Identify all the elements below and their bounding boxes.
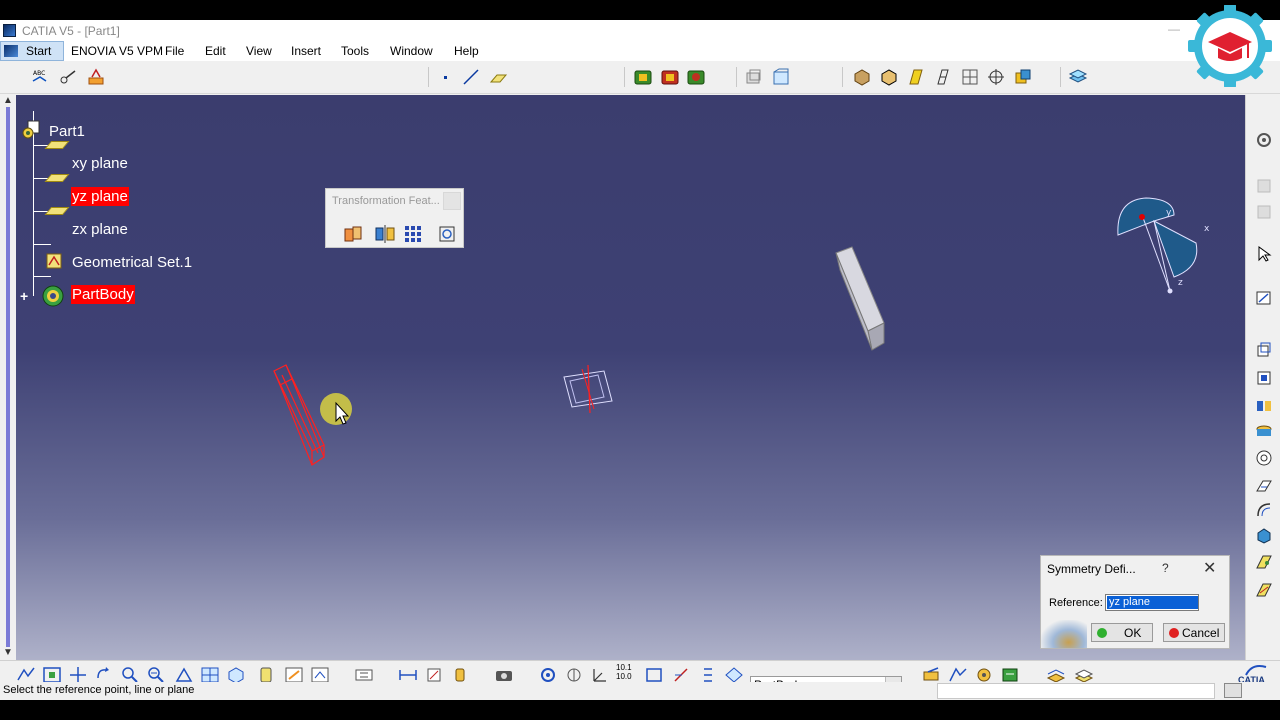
rectangular-pattern-icon[interactable] — [402, 223, 424, 245]
menu-tools[interactable]: Tools — [341, 44, 369, 58]
help-icon[interactable]: ? — [1162, 561, 1169, 575]
line-icon[interactable] — [461, 67, 481, 87]
boolean-remove-icon[interactable] — [660, 67, 680, 87]
disabled-tool-icon[interactable] — [1255, 203, 1273, 221]
rib-icon[interactable] — [1255, 449, 1273, 467]
positioned-sketch-icon[interactable] — [86, 67, 106, 87]
ok-icon — [1097, 628, 1107, 638]
command-input[interactable] — [937, 683, 1215, 699]
window-title: CATIA V5 - [Part1] — [22, 24, 120, 38]
pad-icon[interactable] — [1255, 341, 1273, 359]
toolbar-separator — [842, 67, 843, 87]
toolbar-separator — [428, 67, 429, 87]
toolbar-separator — [624, 67, 625, 87]
solid-pad[interactable] — [835, 246, 885, 351]
hole-icon[interactable] — [1255, 423, 1273, 441]
menu-file[interactable]: File — [165, 44, 184, 58]
shading-edges-icon[interactable] — [879, 67, 899, 87]
svg-text:ABC: ABC — [33, 70, 45, 77]
reference-field[interactable]: yz plane — [1105, 594, 1199, 611]
ok-label: OK — [1124, 626, 1142, 640]
symmetry-preview-wireframe — [273, 364, 325, 466]
close-icon[interactable]: ✕ — [1203, 558, 1216, 578]
disabled-tool-icon[interactable] — [1255, 177, 1273, 195]
menu-view[interactable]: View — [246, 44, 272, 58]
point-icon[interactable] — [436, 67, 456, 87]
compass-x-label: x — [1204, 224, 1210, 234]
gear-watermark-logo-icon — [1188, 5, 1272, 87]
start-menu-button[interactable]: Start — [0, 41, 64, 61]
left-scrollbar[interactable]: ▲ ▼ — [0, 95, 16, 660]
menu-edit[interactable]: Edit — [205, 44, 226, 58]
boolean-intersect-icon[interactable] — [686, 67, 706, 87]
ok-button[interactable]: OK — [1091, 623, 1153, 642]
grid-cube-icon[interactable] — [960, 67, 980, 87]
dialog-title: Symmetry Defi... — [1047, 562, 1136, 576]
toolbar-separator — [1060, 67, 1061, 87]
menu-bar: Start ENOVIA V5 VPM File Edit View Inser… — [0, 41, 1280, 61]
start-label: Start — [26, 44, 52, 58]
axis-target-icon[interactable] — [986, 67, 1006, 87]
origin-planes — [563, 364, 613, 414]
close-icon[interactable] — [443, 192, 461, 210]
transformation-features-toolbar[interactable]: Transformation Feat... — [325, 188, 464, 248]
dialog-decoration — [1041, 620, 1087, 648]
reference-label: Reference: — [1049, 597, 1103, 609]
sketch-tool-icon[interactable] — [58, 67, 78, 87]
menu-insert[interactable]: Insert — [291, 44, 321, 58]
sketch-icon[interactable] — [1255, 289, 1273, 307]
wireframe-icon[interactable] — [933, 67, 953, 87]
plane-icon[interactable] — [488, 67, 508, 87]
symmetry-definition-dialog[interactable]: Symmetry Defi... ? ✕ Reference: yz plane… — [1040, 555, 1230, 649]
scroll-track[interactable] — [6, 107, 10, 647]
scroll-up-icon[interactable]: ▲ — [3, 95, 13, 106]
right-toolbar — [1245, 95, 1280, 660]
menu-enovia[interactable]: ENOVIA V5 VPM — [71, 44, 163, 58]
mouse-cursor-icon — [320, 393, 352, 425]
chamfer-icon[interactable] — [1255, 501, 1273, 519]
compass[interactable]: x y z — [1117, 197, 1210, 294]
scaling-icon[interactable] — [436, 223, 458, 245]
shaft-icon[interactable] — [1255, 397, 1273, 415]
select-arrow-icon[interactable] — [1255, 245, 1273, 263]
catia-logo-icon — [4, 45, 18, 57]
shading-icon[interactable] — [852, 67, 872, 87]
reference-value: yz plane — [1107, 596, 1198, 609]
hide-show-icon[interactable] — [1013, 67, 1033, 87]
thickness-icon[interactable] — [1255, 581, 1273, 599]
status-message: Select the reference point, line or plan… — [3, 684, 195, 696]
top-toolbar: ABC — [0, 61, 1280, 94]
minimize-icon[interactable]: — — [1168, 22, 1180, 36]
compass-y-label: y — [1166, 208, 1172, 218]
pocket-icon[interactable] — [1255, 369, 1273, 387]
customize-view-icon[interactable] — [906, 67, 926, 87]
scale-readout: 10.1 10.0 — [616, 663, 632, 681]
gear-icon[interactable] — [1255, 131, 1273, 149]
sketcher-icon[interactable]: ABC — [30, 67, 50, 87]
translation-icon[interactable] — [342, 223, 364, 245]
menu-help[interactable]: Help — [454, 44, 479, 58]
menu-window[interactable]: Window — [390, 44, 433, 58]
draft-icon[interactable] — [1255, 527, 1273, 545]
cancel-icon — [1169, 628, 1179, 638]
status-bar: Select the reference point, line or plan… — [0, 682, 1280, 700]
title-bar: CATIA V5 - [Part1] — ❐ — [0, 20, 1280, 41]
fillet-icon[interactable] — [1255, 477, 1273, 495]
sketch-grid-icon[interactable] — [771, 67, 791, 87]
sketch-analysis-icon[interactable] — [744, 67, 764, 87]
cancel-label: Cancel — [1182, 626, 1220, 640]
catia-app-icon — [3, 24, 16, 37]
toolbar-separator — [736, 67, 737, 87]
power-input-icon[interactable] — [1224, 683, 1242, 698]
layers-icon[interactable] — [1068, 67, 1088, 87]
cancel-button[interactable]: Cancel — [1163, 623, 1225, 642]
mirror-icon[interactable] — [374, 223, 396, 245]
catia-window: CATIA V5 - [Part1] — ❐ Start ENOVIA V5 V… — [0, 20, 1280, 700]
screen: CATIA V5 - [Part1] — ❐ Start ENOVIA V5 V… — [0, 0, 1280, 720]
transformation-toolbar-title: Transformation Feat... — [332, 195, 440, 207]
compass-z-label: z — [1178, 278, 1183, 288]
scroll-down-icon[interactable]: ▼ — [3, 647, 13, 658]
boolean-add-icon[interactable] — [633, 67, 653, 87]
shell-icon[interactable] — [1255, 553, 1273, 571]
